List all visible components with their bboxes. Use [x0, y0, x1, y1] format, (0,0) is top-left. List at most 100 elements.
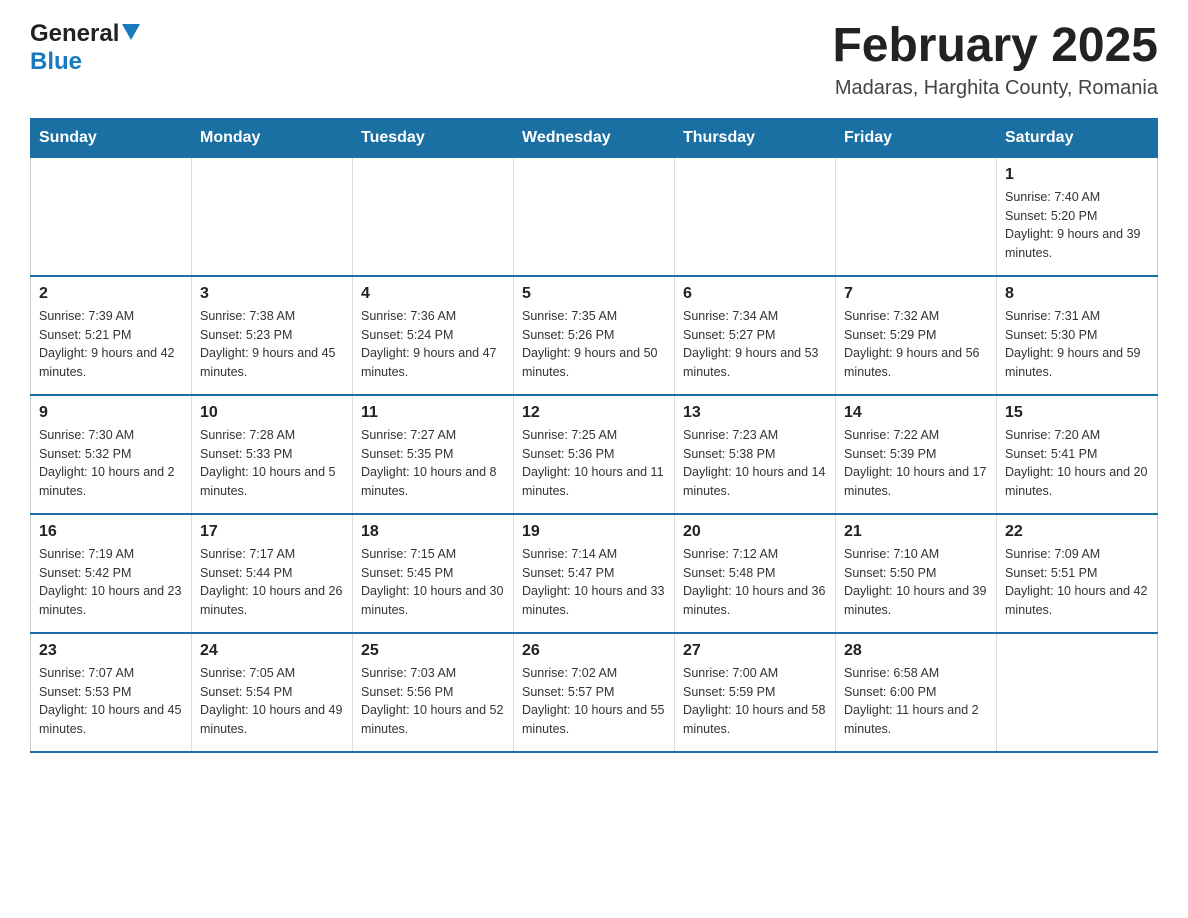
day-info: Sunrise: 7:00 AM Sunset: 5:59 PM Dayligh… [683, 664, 827, 739]
calendar-cell: 23 Sunrise: 7:07 AM Sunset: 5:53 PM Dayli… [31, 633, 192, 752]
day-info: Sunrise: 6:58 AM Sunset: 6:00 PM Dayligh… [844, 664, 988, 739]
calendar-table: SundayMondayTuesdayWednesdayThursdayFrid… [30, 118, 1158, 753]
day-info: Sunrise: 7:36 AM Sunset: 5:24 PM Dayligh… [361, 307, 505, 382]
day-number: 17 [200, 523, 344, 541]
calendar-cell: 6 Sunrise: 7:34 AM Sunset: 5:27 PM Daylig… [675, 276, 836, 395]
day-info: Sunrise: 7:23 AM Sunset: 5:38 PM Dayligh… [683, 426, 827, 501]
day-info: Sunrise: 7:02 AM Sunset: 5:57 PM Dayligh… [522, 664, 666, 739]
calendar-cell: 2 Sunrise: 7:39 AM Sunset: 5:21 PM Daylig… [31, 276, 192, 395]
calendar-cell: 10 Sunrise: 7:28 AM Sunset: 5:33 PM Dayli… [192, 395, 353, 514]
day-number: 9 [39, 404, 183, 422]
day-number: 3 [200, 285, 344, 303]
day-info: Sunrise: 7:40 AM Sunset: 5:20 PM Dayligh… [1005, 188, 1149, 263]
calendar-cell: 17Sunrise: 7:17 AM Sunset: 5:44 PM Dayli… [192, 514, 353, 633]
calendar-week-row: 16 Sunrise: 7:19 AM Sunset: 5:42 PM Dayli… [31, 514, 1158, 633]
calendar-cell: 14 Sunrise: 7:22 AM Sunset: 5:39 PM Dayli… [836, 395, 997, 514]
day-info: Sunrise: 7:20 AM Sunset: 5:41 PM Dayligh… [1005, 426, 1149, 501]
logo-general-text: General [30, 20, 119, 48]
day-info: Sunrise: 7:34 AM Sunset: 5:27 PM Dayligh… [683, 307, 827, 382]
day-number: 4 [361, 285, 505, 303]
day-number: 1 [1005, 166, 1149, 184]
calendar-cell: 3 Sunrise: 7:38 AM Sunset: 5:23 PM Daylig… [192, 276, 353, 395]
day-info: Sunrise: 7:35 AM Sunset: 5:26 PM Dayligh… [522, 307, 666, 382]
day-number: 27 [683, 642, 827, 660]
day-info: Sunrise: 7:15 AM Sunset: 5:45 PM Dayligh… [361, 545, 505, 620]
calendar-day-header: Thursday [675, 118, 836, 157]
title-block: February 2025 Madaras, Harghita County, … [832, 20, 1158, 100]
calendar-cell: 28 Sunrise: 6:58 AM Sunset: 6:00 PM Dayli… [836, 633, 997, 752]
calendar-cell: 25 Sunrise: 7:03 AM Sunset: 5:56 PM Dayli… [353, 633, 514, 752]
calendar-day-header: Wednesday [514, 118, 675, 157]
calendar-cell: 1 Sunrise: 7:40 AM Sunset: 5:20 PM Daylig… [997, 157, 1158, 276]
calendar-cell [192, 157, 353, 276]
calendar-day-header: Friday [836, 118, 997, 157]
day-number: 14 [844, 404, 988, 422]
day-number: 12 [522, 404, 666, 422]
calendar-cell: 20 Sunrise: 7:12 AM Sunset: 5:48 PM Dayli… [675, 514, 836, 633]
calendar-cell: 21 Sunrise: 7:10 AM Sunset: 5:50 PM Dayli… [836, 514, 997, 633]
calendar-header: SundayMondayTuesdayWednesdayThursdayFrid… [31, 118, 1158, 157]
calendar-cell: 11Sunrise: 7:27 AM Sunset: 5:35 PM Dayli… [353, 395, 514, 514]
page-header: General Blue February 2025 Madaras, Harg… [30, 20, 1158, 100]
logo: General Blue [30, 20, 140, 76]
calendar-cell: 13Sunrise: 7:23 AM Sunset: 5:38 PM Dayli… [675, 395, 836, 514]
page-title: February 2025 [832, 20, 1158, 73]
day-info: Sunrise: 7:19 AM Sunset: 5:42 PM Dayligh… [39, 545, 183, 620]
day-number: 26 [522, 642, 666, 660]
day-number: 10 [200, 404, 344, 422]
calendar-week-row: 9 Sunrise: 7:30 AM Sunset: 5:32 PM Daylig… [31, 395, 1158, 514]
day-number: 15 [1005, 404, 1149, 422]
day-info: Sunrise: 7:22 AM Sunset: 5:39 PM Dayligh… [844, 426, 988, 501]
day-number: 16 [39, 523, 183, 541]
calendar-cell [353, 157, 514, 276]
day-info: Sunrise: 7:03 AM Sunset: 5:56 PM Dayligh… [361, 664, 505, 739]
calendar-cell: 5Sunrise: 7:35 AM Sunset: 5:26 PM Daylig… [514, 276, 675, 395]
day-number: 21 [844, 523, 988, 541]
page-subtitle: Madaras, Harghita County, Romania [832, 77, 1158, 100]
day-number: 25 [361, 642, 505, 660]
day-number: 24 [200, 642, 344, 660]
calendar-body: 1 Sunrise: 7:40 AM Sunset: 5:20 PM Daylig… [31, 157, 1158, 752]
calendar-cell [31, 157, 192, 276]
calendar-week-row: 1 Sunrise: 7:40 AM Sunset: 5:20 PM Daylig… [31, 157, 1158, 276]
day-info: Sunrise: 7:10 AM Sunset: 5:50 PM Dayligh… [844, 545, 988, 620]
day-info: Sunrise: 7:28 AM Sunset: 5:33 PM Dayligh… [200, 426, 344, 501]
logo-blue-text: Blue [30, 48, 82, 75]
calendar-cell: 8Sunrise: 7:31 AM Sunset: 5:30 PM Daylig… [997, 276, 1158, 395]
day-info: Sunrise: 7:05 AM Sunset: 5:54 PM Dayligh… [200, 664, 344, 739]
calendar-cell: 15 Sunrise: 7:20 AM Sunset: 5:41 PM Dayli… [997, 395, 1158, 514]
calendar-cell: 18Sunrise: 7:15 AM Sunset: 5:45 PM Dayli… [353, 514, 514, 633]
calendar-cell [997, 633, 1158, 752]
calendar-cell: 4 Sunrise: 7:36 AM Sunset: 5:24 PM Daylig… [353, 276, 514, 395]
day-info: Sunrise: 7:07 AM Sunset: 5:53 PM Dayligh… [39, 664, 183, 739]
calendar-cell: 24 Sunrise: 7:05 AM Sunset: 5:54 PM Dayli… [192, 633, 353, 752]
calendar-cell [675, 157, 836, 276]
day-number: 23 [39, 642, 183, 660]
calendar-cell [836, 157, 997, 276]
calendar-cell: 19 Sunrise: 7:14 AM Sunset: 5:47 PM Dayli… [514, 514, 675, 633]
day-number: 11 [361, 404, 505, 422]
day-info: Sunrise: 7:32 AM Sunset: 5:29 PM Dayligh… [844, 307, 988, 382]
day-number: 2 [39, 285, 183, 303]
day-number: 20 [683, 523, 827, 541]
calendar-header-row: SundayMondayTuesdayWednesdayThursdayFrid… [31, 118, 1158, 157]
calendar-week-row: 2 Sunrise: 7:39 AM Sunset: 5:21 PM Daylig… [31, 276, 1158, 395]
day-number: 22 [1005, 523, 1149, 541]
calendar-day-header: Saturday [997, 118, 1158, 157]
calendar-cell: 7Sunrise: 7:32 AM Sunset: 5:29 PM Daylig… [836, 276, 997, 395]
day-number: 19 [522, 523, 666, 541]
day-info: Sunrise: 7:12 AM Sunset: 5:48 PM Dayligh… [683, 545, 827, 620]
day-info: Sunrise: 7:30 AM Sunset: 5:32 PM Dayligh… [39, 426, 183, 501]
day-info: Sunrise: 7:38 AM Sunset: 5:23 PM Dayligh… [200, 307, 344, 382]
calendar-cell: 22Sunrise: 7:09 AM Sunset: 5:51 PM Dayli… [997, 514, 1158, 633]
calendar-cell: 26 Sunrise: 7:02 AM Sunset: 5:57 PM Dayli… [514, 633, 675, 752]
calendar-week-row: 23 Sunrise: 7:07 AM Sunset: 5:53 PM Dayli… [31, 633, 1158, 752]
day-info: Sunrise: 7:39 AM Sunset: 5:21 PM Dayligh… [39, 307, 183, 382]
day-info: Sunrise: 7:31 AM Sunset: 5:30 PM Dayligh… [1005, 307, 1149, 382]
day-number: 28 [844, 642, 988, 660]
day-info: Sunrise: 7:25 AM Sunset: 5:36 PM Dayligh… [522, 426, 666, 501]
calendar-cell: 16 Sunrise: 7:19 AM Sunset: 5:42 PM Dayli… [31, 514, 192, 633]
day-number: 6 [683, 285, 827, 303]
calendar-cell: 27 Sunrise: 7:00 AM Sunset: 5:59 PM Dayli… [675, 633, 836, 752]
day-info: Sunrise: 7:14 AM Sunset: 5:47 PM Dayligh… [522, 545, 666, 620]
